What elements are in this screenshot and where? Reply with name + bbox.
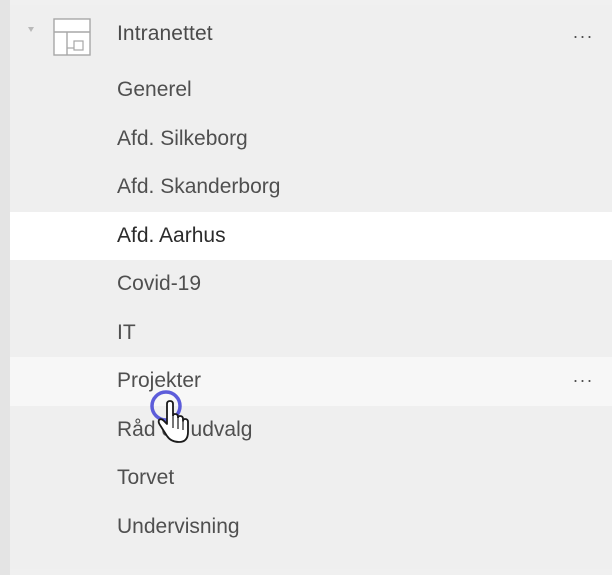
channel-item-raad-og-udvalg[interactable]: Råd og udvalg (10, 406, 612, 455)
channel-label: Undervisning (117, 514, 240, 538)
channel-item-it[interactable]: IT (10, 309, 612, 358)
channel-label: Afd. Skanderborg (117, 175, 281, 198)
channel-label: Generel (117, 78, 192, 101)
chevron-down-icon[interactable] (28, 27, 34, 32)
channel-item-projekter[interactable]: Projekter ··· (10, 357, 612, 406)
channel-label: IT (117, 320, 136, 344)
left-rail (0, 0, 10, 575)
channel-item-torvet[interactable]: Torvet (10, 454, 612, 503)
team-more-options-button[interactable]: ··· (568, 27, 598, 49)
team-avatar-icon (53, 18, 91, 56)
channel-label: Afd. Aarhus (117, 223, 226, 247)
channel-list: Generel Afd. Silkeborg Afd. Skanderborg … (10, 66, 612, 551)
channel-label: Projekter (117, 369, 202, 392)
channel-more-options-button[interactable]: ··· (568, 371, 598, 393)
channel-label: Torvet (117, 466, 175, 489)
channel-item-afd-silkeborg[interactable]: Afd. Silkeborg (10, 115, 612, 164)
channel-item-afd-aarhus[interactable]: Afd. Aarhus (10, 211, 612, 260)
channel-label: Covid-19 (117, 272, 202, 295)
channel-label: Afd. Silkeborg (117, 126, 248, 150)
channel-item-generel[interactable]: Generel (10, 66, 612, 115)
channel-item-afd-skanderborg[interactable]: Afd. Skanderborg (10, 163, 612, 212)
channel-label: Råd og udvalg (117, 417, 253, 441)
channel-item-undervisning[interactable]: Undervisning (10, 503, 612, 552)
team-name[interactable]: Intranettet (117, 22, 213, 46)
channel-panel: Intranettet ··· Generel Afd. Silkeborg A… (10, 5, 612, 569)
team-header[interactable]: Intranettet ··· (10, 5, 612, 65)
channel-item-covid-19[interactable]: Covid-19 (10, 260, 612, 309)
